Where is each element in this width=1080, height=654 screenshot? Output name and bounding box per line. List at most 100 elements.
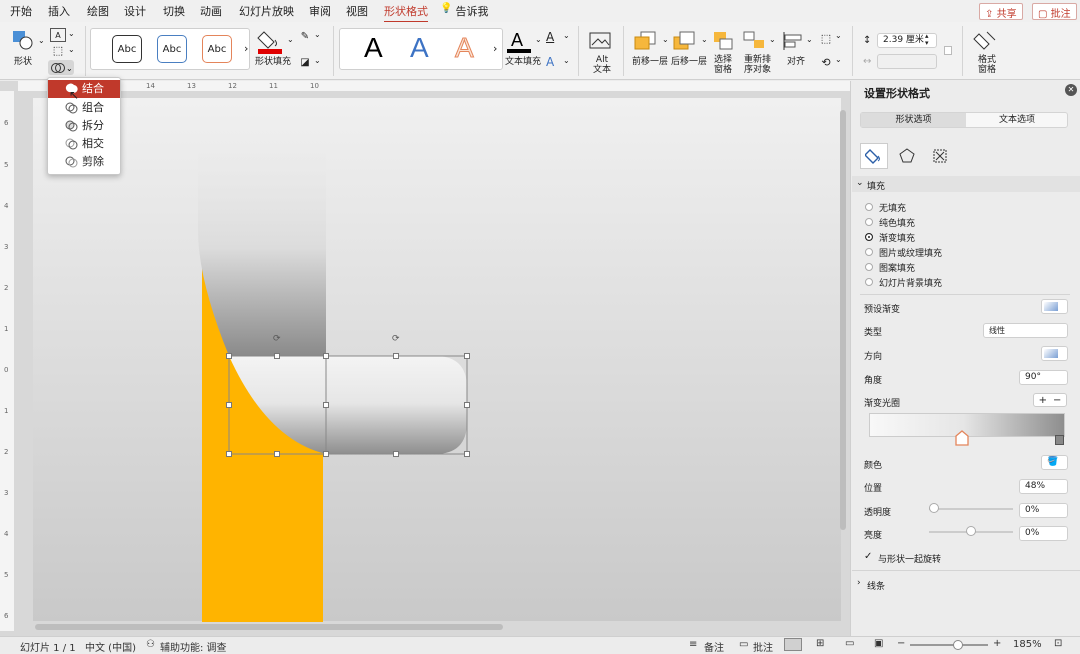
radio-picture-fill[interactable] xyxy=(865,248,873,256)
tell-me[interactable]: 💡 告诉我 xyxy=(440,3,488,19)
zoom-level[interactable]: 185% xyxy=(1013,639,1042,650)
horizontal-scrollbar[interactable] xyxy=(35,624,503,630)
brightness-slider-thumb[interactable] xyxy=(966,526,976,536)
rotate-icon[interactable]: ⟲ xyxy=(818,54,834,70)
line-section-label[interactable]: 线条 xyxy=(867,579,885,592)
rotate-handle-icon[interactable]: ⟳ xyxy=(392,334,400,344)
chevron-down-icon[interactable]: ⌄ xyxy=(835,55,842,64)
resize-handle[interactable] xyxy=(274,451,280,457)
chevron-down-icon[interactable]: ⌄ xyxy=(769,35,776,44)
align-button[interactable] xyxy=(781,30,805,52)
gallery-more-icon[interactable]: › xyxy=(493,42,497,55)
shape-fill-button[interactable] xyxy=(256,28,286,54)
resize-handle[interactable] xyxy=(226,353,232,359)
tab-animations[interactable]: 动画 xyxy=(200,3,222,19)
zoom-out-icon[interactable]: − xyxy=(897,638,905,649)
rounded-bar-shape[interactable] xyxy=(326,356,467,454)
tab-review[interactable]: 审阅 xyxy=(309,3,331,19)
direction-picker[interactable] xyxy=(1041,346,1068,361)
add-stop-icon[interactable]: + xyxy=(1039,395,1047,406)
zoom-slider[interactable] xyxy=(910,644,988,646)
slide-shapes[interactable] xyxy=(195,140,475,622)
tab-home[interactable]: 开始 xyxy=(10,3,32,19)
resize-handle[interactable] xyxy=(393,451,399,457)
chevron-down-icon[interactable]: ⌄ xyxy=(38,36,45,45)
type-select[interactable]: 线性 xyxy=(983,323,1068,338)
chevron-down-icon[interactable]: ⌄ xyxy=(806,35,813,44)
vertical-scrollbar[interactable] xyxy=(840,110,846,530)
tab-shape-format[interactable]: 形状格式 xyxy=(384,3,428,23)
shape-style-3[interactable]: Abc xyxy=(202,35,232,63)
resize-handle[interactable] xyxy=(464,353,470,359)
send-backward-button[interactable] xyxy=(672,30,700,52)
transparency-input[interactable]: 0% xyxy=(1019,503,1068,518)
shape-effects-icon[interactable]: ◪ xyxy=(298,56,312,68)
resize-handle[interactable] xyxy=(226,402,232,408)
edit-shape-icon[interactable]: ⬚ xyxy=(50,44,66,57)
gradient-stop-handle[interactable] xyxy=(955,430,969,446)
text-effects-icon[interactable]: A xyxy=(546,55,560,69)
radio-slide-background-fill[interactable] xyxy=(865,278,873,286)
menu-item-combine[interactable]: 组合 xyxy=(48,99,120,117)
tab-view[interactable]: 视图 xyxy=(346,3,368,19)
checkmark-icon[interactable]: ✓ xyxy=(864,551,872,562)
slide-sorter-icon[interactable]: ⊞ xyxy=(816,638,824,649)
chevron-down-icon[interactable]: ⌄ xyxy=(314,30,321,39)
menu-item-fragment[interactable]: 拆分 xyxy=(48,117,120,135)
wordart-style-3[interactable]: A xyxy=(455,32,475,64)
position-input[interactable]: 48% xyxy=(1019,479,1068,494)
menu-item-subtract[interactable]: 剪除 xyxy=(48,153,120,171)
vertical-gradient-shape[interactable] xyxy=(198,140,326,356)
menu-item-intersect[interactable]: 相交 xyxy=(48,135,120,153)
transparency-slider-thumb[interactable] xyxy=(929,503,939,513)
menu-item-union[interactable]: 结合 xyxy=(48,80,120,98)
size-properties-tab[interactable] xyxy=(928,145,952,167)
format-pane-button[interactable] xyxy=(973,28,999,54)
chevron-down-icon[interactable]: ⌄ xyxy=(68,29,75,38)
radio-pattern-fill[interactable] xyxy=(865,263,873,271)
comments-button[interactable]: ▢ 批注 xyxy=(1032,3,1077,20)
chevron-down-icon[interactable]: ⌄ xyxy=(701,35,708,44)
resize-handle[interactable] xyxy=(323,353,329,359)
shape-style-1[interactable]: Abc xyxy=(112,35,142,63)
width-field[interactable] xyxy=(877,54,937,69)
wordart-style-2[interactable]: A xyxy=(410,32,429,64)
group-objects-icon[interactable]: ⬚ xyxy=(818,30,834,46)
resize-handle[interactable] xyxy=(464,451,470,457)
zoom-in-icon[interactable]: + xyxy=(993,638,1001,649)
chevron-down-icon[interactable]: ⌄ xyxy=(535,35,542,44)
remove-stop-icon[interactable]: − xyxy=(1053,395,1061,406)
slideshow-icon[interactable]: ▣ xyxy=(874,638,883,649)
tab-draw[interactable]: 绘图 xyxy=(87,3,109,19)
resize-handle[interactable] xyxy=(323,451,329,457)
angle-input[interactable]: 90° xyxy=(1019,370,1068,385)
transparency-slider[interactable] xyxy=(929,508,1013,510)
edit-text-box-icon[interactable]: A xyxy=(50,28,66,42)
preset-gradient-picker[interactable] xyxy=(1041,299,1068,314)
radio-solid-fill[interactable] xyxy=(865,218,873,226)
resize-handle[interactable] xyxy=(274,353,280,359)
chevron-down-icon[interactable]: ⌄ xyxy=(563,56,570,65)
text-outline-icon[interactable]: A xyxy=(546,30,560,44)
chevron-down-icon[interactable]: ⌄ xyxy=(563,31,570,40)
rotate-handle-icon[interactable]: ⟳ xyxy=(273,334,281,344)
radio-no-fill[interactable] xyxy=(865,203,873,211)
chevron-right-icon[interactable]: › xyxy=(857,578,861,588)
resize-handle[interactable] xyxy=(226,451,232,457)
merge-shapes-button[interactable]: ⌄ xyxy=(48,60,74,75)
height-stepper[interactable]: ▴ ▾ xyxy=(925,33,929,47)
close-icon[interactable]: ✕ xyxy=(1065,84,1077,96)
reading-view-icon[interactable]: ▭ xyxy=(845,638,854,649)
share-button[interactable]: ⇪ 共享 xyxy=(979,3,1023,20)
gradient-stop-handle[interactable] xyxy=(1055,435,1064,445)
alt-text-button[interactable] xyxy=(588,30,612,52)
chevron-down-icon[interactable]: ⌄ xyxy=(662,35,669,44)
resize-handle[interactable] xyxy=(323,402,329,408)
chevron-down-icon[interactable]: ⌄ xyxy=(68,45,75,54)
chevron-down-icon[interactable]: ⌄ xyxy=(287,35,294,44)
bring-forward-button[interactable] xyxy=(633,30,661,52)
resize-handle[interactable] xyxy=(464,402,470,408)
chevron-down-icon[interactable]: ⌄ xyxy=(835,31,842,40)
shape-style-2[interactable]: Abc xyxy=(157,35,187,63)
fill-section-header[interactable] xyxy=(852,176,1080,192)
